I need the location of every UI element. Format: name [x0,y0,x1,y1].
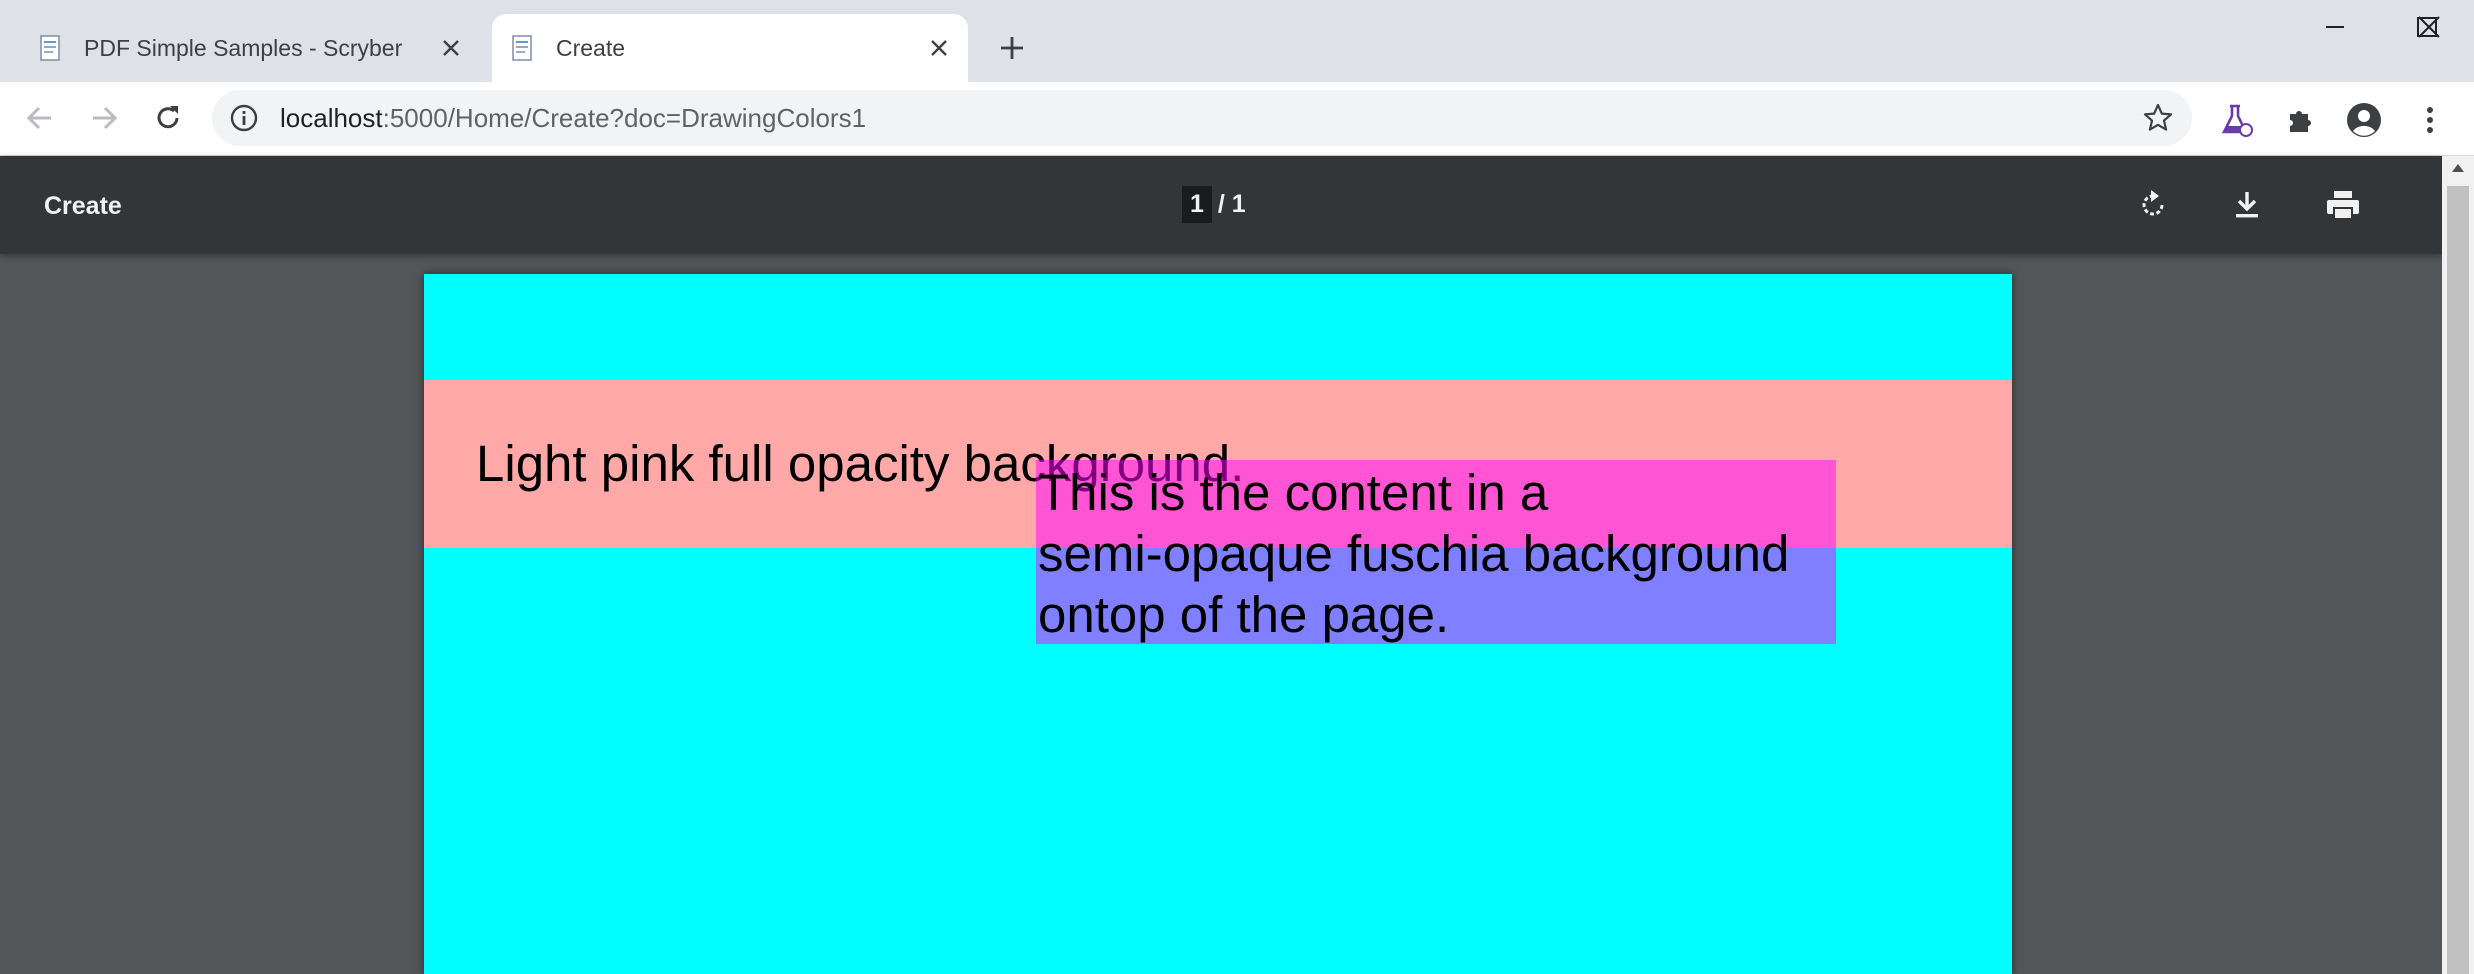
scrollbar[interactable] [2442,156,2474,974]
minimize-icon [2326,26,2344,28]
close-icon[interactable] [924,33,954,63]
account-icon [2347,103,2381,137]
fuschia-text-line: This is the content in a [1038,464,1549,521]
scrollbar-thumb[interactable] [2447,186,2469,974]
back-button[interactable] [16,94,64,142]
download-icon [2236,192,2258,218]
new-tab-button[interactable] [992,28,1032,68]
download-button[interactable] [2222,180,2272,230]
tab-title: Create [556,34,626,61]
minimize-button[interactable] [2290,0,2380,54]
fuschia-text-line: ontop of the page. [1038,586,1450,643]
forward-arrow-icon [93,106,118,130]
rotate-icon [2142,190,2164,216]
fuschia-box-text: This is the content in a semi-opaque fus… [1038,462,1838,645]
page-total: / 1 [1217,189,1246,218]
tab-strip: PDF Simple Samples - Scryber Create [0,0,2474,82]
tab-pdf-simple-samples[interactable]: PDF Simple Samples - Scryber [20,14,480,82]
address-bar[interactable]: localhost:5000/Home/Create?doc=DrawingCo… [212,90,2192,146]
forward-button[interactable] [80,94,128,142]
url-host: localhost [280,103,383,133]
close-window-button[interactable] [2384,0,2474,54]
flask-icon [2221,104,2253,137]
extensions-button[interactable] [2280,100,2320,140]
pdf-toolbar: Create 1 / 1 [0,156,2442,254]
document-icon [512,35,532,61]
labs-button[interactable] [2216,100,2256,140]
pdf-page: Light pink full opacity background. This… [424,274,2012,974]
browser-toolbar: localhost:5000/Home/Create?doc=DrawingCo… [0,82,2474,156]
profile-button[interactable] [2344,100,2384,140]
print-button[interactable] [2318,180,2368,230]
print-icon [2327,191,2359,220]
url-path: :5000/Home/Create?doc=DrawingColors1 [382,103,867,133]
back-arrow-icon [26,106,51,130]
puzzle-icon [2290,111,2311,132]
scroll-up-icon[interactable] [2450,162,2466,174]
info-icon[interactable] [228,102,260,134]
plus-icon [1001,37,1023,59]
close-icon [2418,16,2440,38]
star-icon[interactable] [2142,102,2174,134]
close-icon[interactable] [436,33,466,63]
current-page-input[interactable]: 1 [1182,185,1212,223]
tab-create[interactable]: Create [492,14,968,82]
tab-title: PDF Simple Samples - Scryber [84,34,403,61]
menu-button[interactable] [2410,100,2450,140]
pdf-document-title: Create [44,192,122,220]
url-text: localhost:5000/Home/Create?doc=DrawingCo… [280,104,866,132]
fuschia-text-line: semi-opaque fuschia background [1038,525,1790,582]
rotate-button[interactable] [2128,180,2178,230]
reload-button[interactable] [144,94,192,142]
reload-icon [157,106,179,129]
page-indicator: 1 / 1 [1182,184,1246,224]
document-icon [40,35,60,61]
kebab-menu-icon [2427,107,2433,133]
